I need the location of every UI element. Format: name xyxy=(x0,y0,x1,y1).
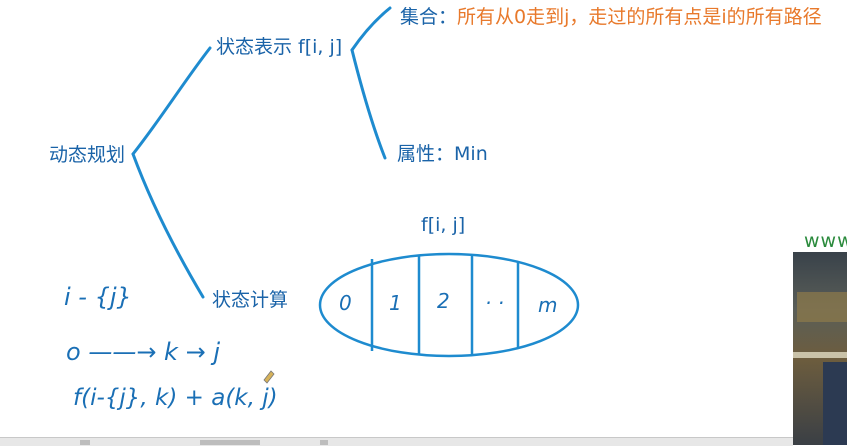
branch-repr-to-attr xyxy=(350,48,387,160)
partition-0: 0 xyxy=(339,291,352,315)
state-set-label: 集合：所有从0走到j，走过的所有点是i的所有路径 xyxy=(400,5,822,29)
root-label: 动态规划 xyxy=(49,144,126,166)
branch-root-to-calc xyxy=(131,152,205,299)
state-attribute-label: 属性：Min xyxy=(397,142,488,166)
partition-dots: · · xyxy=(485,291,504,315)
partition-2: 2 xyxy=(437,289,450,313)
pen-cursor-icon xyxy=(263,370,275,384)
state-representation-label: 状态表示 f[i, j] xyxy=(216,36,343,58)
branch-repr-to-set xyxy=(350,6,392,52)
note-i-minus-j: i - {j} xyxy=(64,283,132,311)
attr-key: 属性： xyxy=(397,143,455,165)
set-key: 集合： xyxy=(400,6,458,28)
partition-m: m xyxy=(538,293,557,317)
set-value: 所有从0走到j，走过的所有点是i的所有路径 xyxy=(457,6,822,28)
note-recurrence: f(i-{j}, k) + a(k, j) xyxy=(73,385,278,411)
ellipse-title: f[i, j] xyxy=(421,214,466,236)
note-path: o ——→ k → j xyxy=(66,338,220,366)
watermark-text: www xyxy=(804,230,847,252)
partition-1: 1 xyxy=(389,291,402,315)
webcam-video-overlay xyxy=(793,252,847,445)
state-calculation-label: 状态计算 xyxy=(212,289,289,311)
branch-root-to-repr xyxy=(131,46,212,156)
attr-value: Min xyxy=(454,143,488,165)
